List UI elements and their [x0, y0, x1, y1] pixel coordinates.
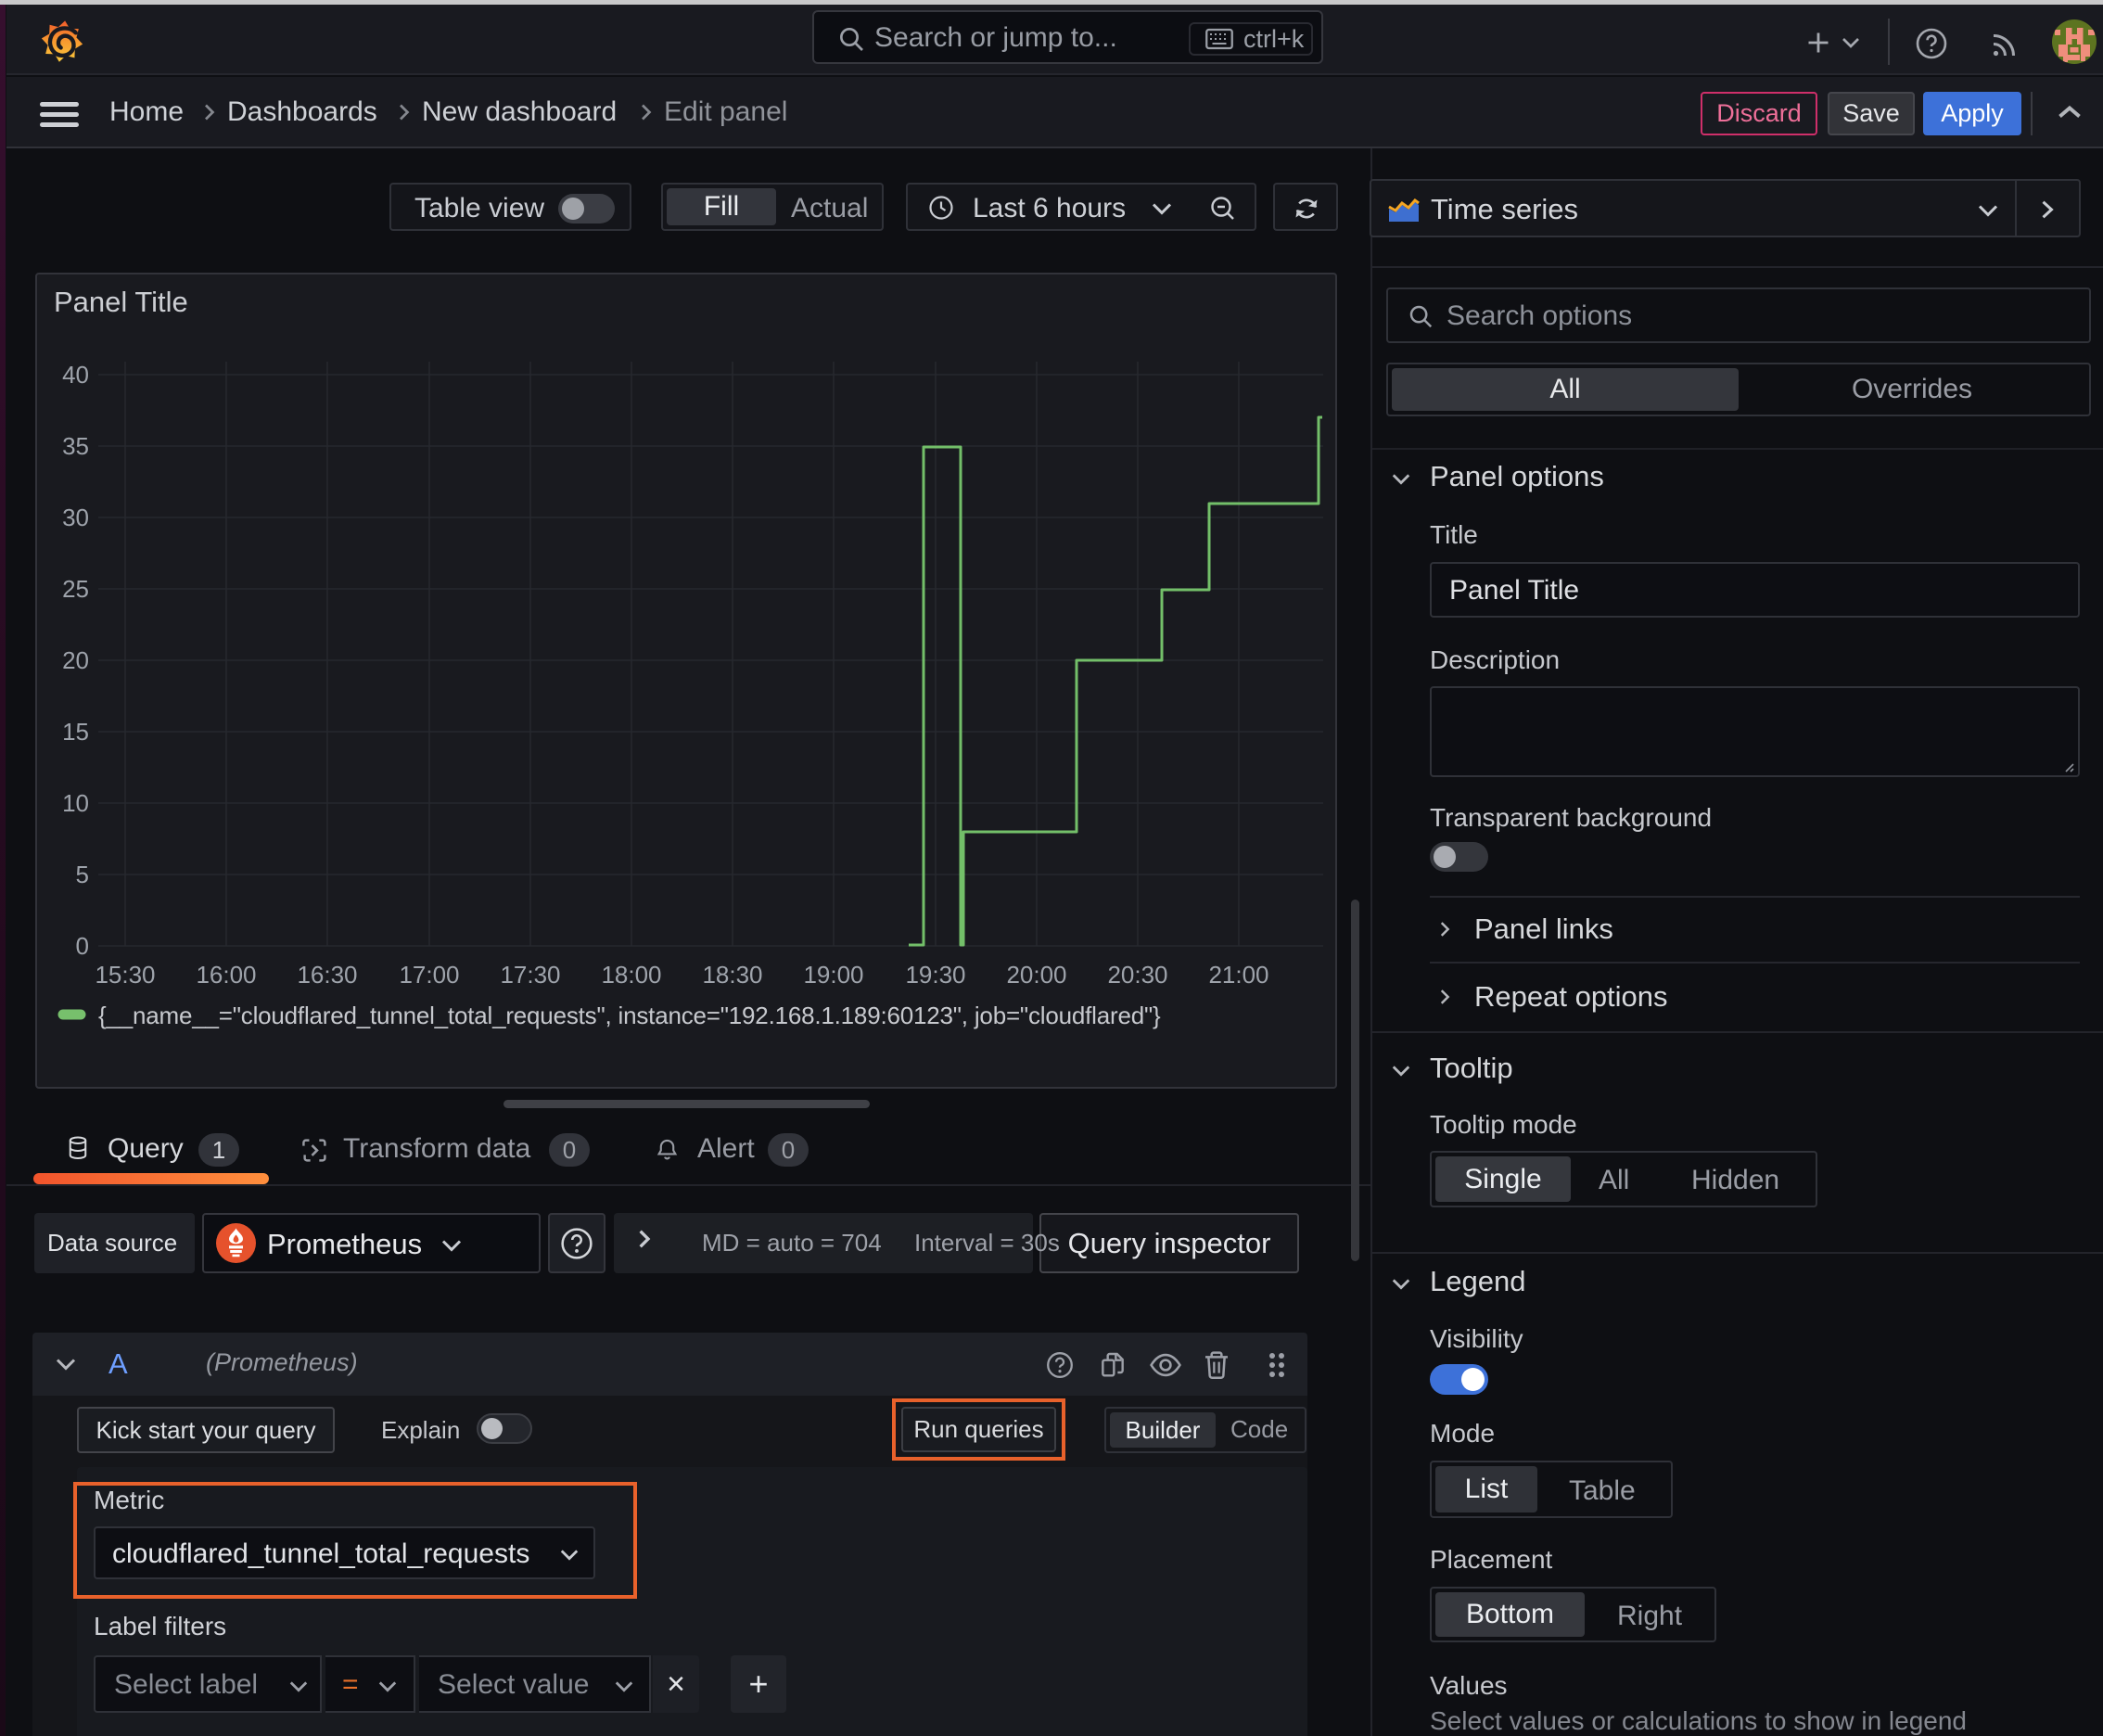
svg-text:16:00: 16:00	[196, 961, 256, 989]
svg-text:15:30: 15:30	[95, 961, 155, 989]
svg-text:0: 0	[76, 932, 89, 960]
svg-text:{__name__="cloudflared_tunnel_: {__name__="cloudflared_tunnel_total_requ…	[98, 1002, 1161, 1029]
svg-text:25: 25	[62, 575, 89, 603]
svg-text:10: 10	[62, 789, 89, 817]
svg-text:18:30: 18:30	[702, 961, 762, 989]
svg-text:18:00: 18:00	[601, 961, 661, 989]
svg-text:21:00: 21:00	[1208, 961, 1268, 989]
svg-text:30: 30	[62, 504, 89, 531]
svg-text:19:30: 19:30	[905, 961, 965, 989]
svg-text:20: 20	[62, 646, 89, 674]
svg-text:20:00: 20:00	[1006, 961, 1066, 989]
svg-text:17:30: 17:30	[500, 961, 560, 989]
svg-text:20:30: 20:30	[1107, 961, 1167, 989]
svg-text:35: 35	[62, 432, 89, 460]
svg-text:40: 40	[62, 361, 89, 389]
svg-text:17:00: 17:00	[399, 961, 459, 989]
svg-text:19:00: 19:00	[803, 961, 863, 989]
svg-text:16:30: 16:30	[297, 961, 357, 989]
svg-text:5: 5	[76, 861, 89, 888]
svg-text:15: 15	[62, 718, 89, 746]
